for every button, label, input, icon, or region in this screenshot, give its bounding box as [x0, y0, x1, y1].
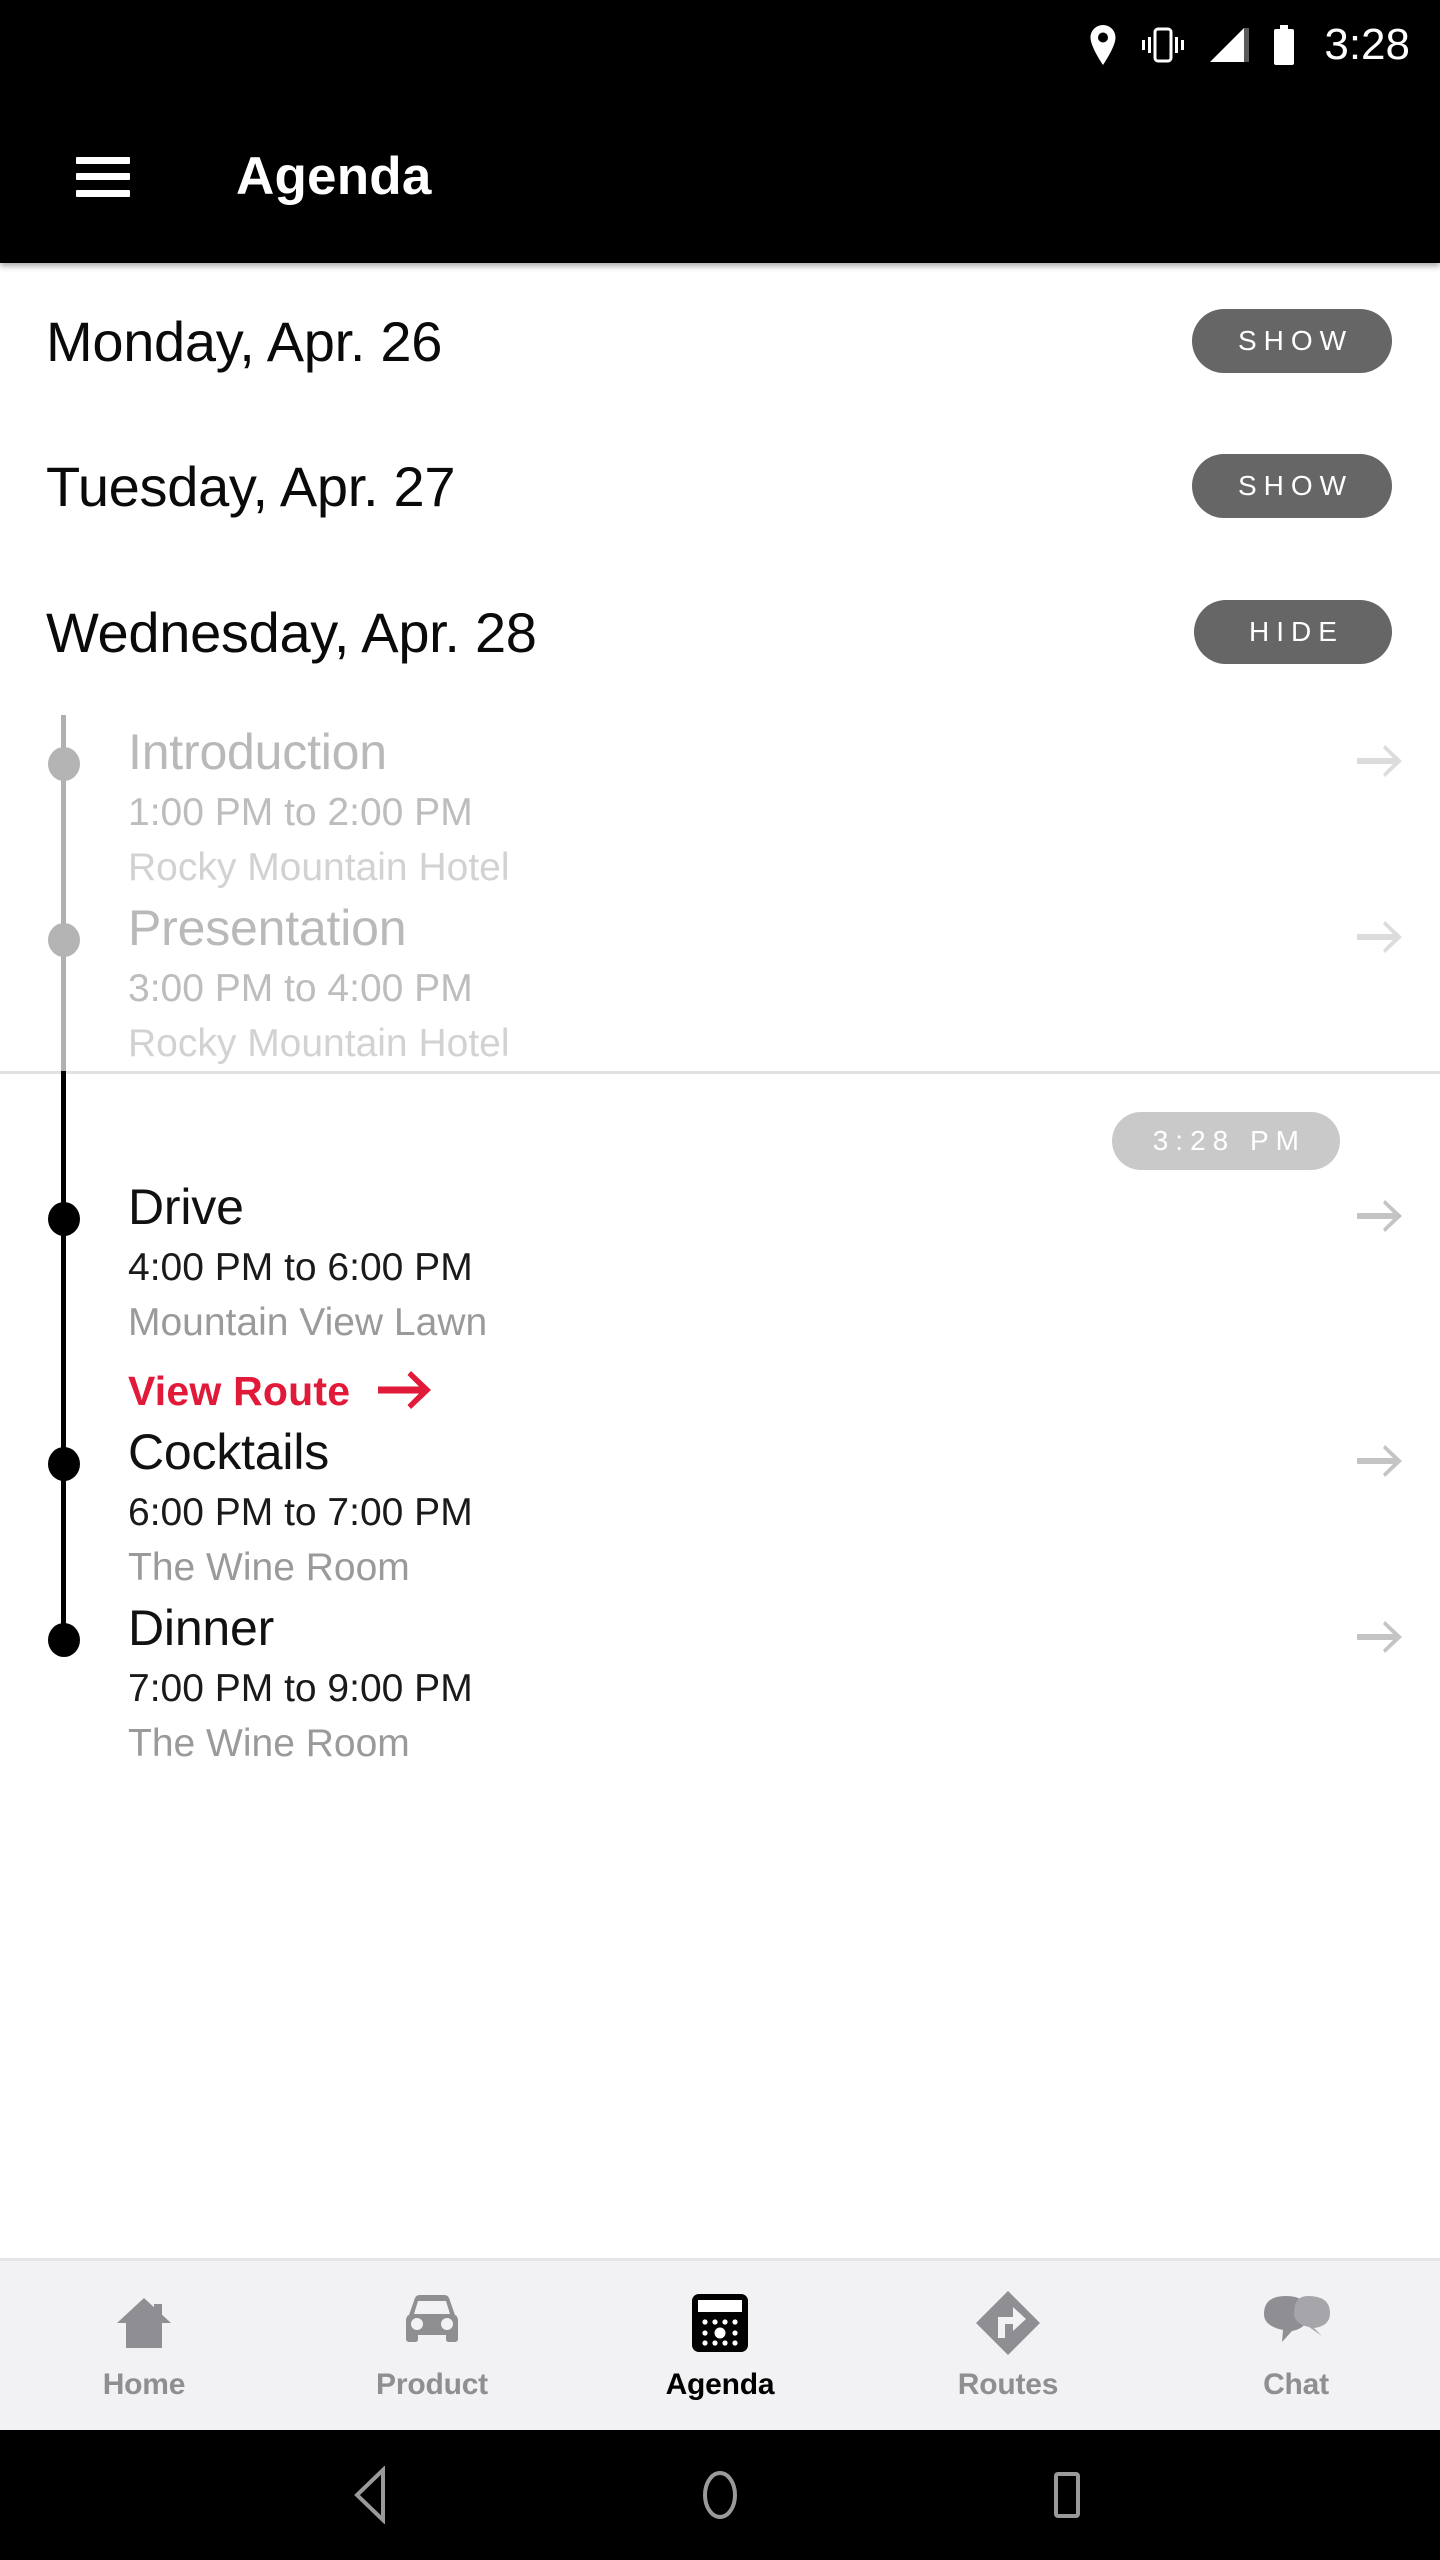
back-icon[interactable]	[318, 2440, 428, 2550]
day-row-tuesday[interactable]: Tuesday, Apr. 27 SHOW	[0, 413, 1440, 559]
nav-label: Home	[102, 2367, 186, 2401]
status-bar: 3:28	[0, 0, 1440, 90]
location-pin-icon	[1088, 25, 1118, 65]
day-toggle-button-wednesday[interactable]: HIDE	[1194, 600, 1392, 664]
nav-label: Chat	[1263, 2367, 1329, 2401]
hamburger-menu-icon[interactable]	[76, 156, 130, 197]
calendar-icon	[690, 2290, 750, 2356]
day-toggle-button-monday[interactable]: SHOW	[1192, 309, 1392, 373]
timeline-line	[61, 715, 66, 892]
agenda-content: Monday, Apr. 26 SHOW Tuesday, Apr. 27 SH…	[0, 263, 1440, 2258]
event-arrow-icon[interactable]	[1320, 715, 1440, 779]
event-row-dinner[interactable]: Dinner 7:00 PM to 9:00 PM The Wine Room	[0, 1591, 1440, 1767]
timeline-dot	[48, 1202, 80, 1237]
timeline-line	[61, 1415, 66, 1592]
event-details: Introduction 1:00 PM to 2:00 PM Rocky Mo…	[128, 715, 1320, 891]
event-arrow-icon[interactable]	[1320, 1415, 1440, 1479]
event-details: Dinner 7:00 PM to 9:00 PM The Wine Room	[128, 1591, 1320, 1767]
day-label: Monday, Apr. 26	[46, 309, 443, 373]
day-toggle-button-tuesday[interactable]: SHOW	[1192, 454, 1392, 518]
battery-icon	[1272, 25, 1296, 65]
home-icon	[113, 2290, 175, 2356]
event-time: 1:00 PM to 2:00 PM	[128, 791, 473, 834]
nav-label: Agenda	[665, 2367, 775, 2401]
event-row-introduction[interactable]: Introduction 1:00 PM to 2:00 PM Rocky Mo…	[0, 715, 1440, 892]
event-location: Rocky Mountain Hotel	[128, 1022, 510, 1066]
phone-screen: 3:28 Agenda Monday, Apr. 26 SHOW Tuesday…	[0, 0, 1440, 2560]
event-details: Presentation 3:00 PM to 4:00 PM Rocky Mo…	[128, 891, 1320, 1067]
home-circle-icon[interactable]	[665, 2440, 775, 2550]
timeline-dot	[48, 747, 80, 781]
current-time-badge: 3:28 PM	[1111, 1112, 1340, 1171]
vibrate-icon	[1140, 25, 1186, 65]
page-title: Agenda	[236, 147, 432, 206]
view-route-arrow-icon	[378, 1369, 432, 1414]
event-location: The Wine Room	[128, 1546, 410, 1590]
timeline-line-current	[61, 1071, 66, 1171]
timeline-past: Introduction 1:00 PM to 2:00 PM Rocky Mo…	[0, 705, 1440, 1072]
timeline-dot	[48, 1447, 80, 1482]
day-label: Tuesday, Apr. 27	[46, 454, 456, 518]
timeline-rail	[0, 715, 128, 892]
nav-item-chat[interactable]: Chat	[1152, 2261, 1440, 2430]
event-row-drive[interactable]: Drive 4:00 PM to 6:00 PM Mountain View L…	[0, 1170, 1440, 1416]
event-title: Presentation	[128, 900, 407, 957]
timeline-rail	[0, 891, 128, 1072]
day-row-monday[interactable]: Monday, Apr. 26 SHOW	[0, 263, 1440, 413]
event-arrow-icon[interactable]	[1320, 1170, 1440, 1234]
event-row-cocktails[interactable]: Cocktails 6:00 PM to 7:00 PM The Wine Ro…	[0, 1415, 1440, 1592]
timeline-upcoming: Drive 4:00 PM to 6:00 PM Mountain View L…	[0, 1170, 1440, 1767]
nav-item-home[interactable]: Home	[0, 2261, 288, 2430]
android-system-nav	[0, 2430, 1440, 2560]
event-time: 4:00 PM to 6:00 PM	[128, 1246, 473, 1290]
event-arrow-icon[interactable]	[1320, 891, 1440, 955]
timeline-dot	[48, 1623, 80, 1658]
car-icon	[399, 2290, 465, 2356]
timeline-dot	[48, 923, 80, 958]
chat-bubbles-icon	[1260, 2290, 1332, 2356]
nav-item-routes[interactable]: Routes	[864, 2261, 1152, 2430]
view-route-link[interactable]: View Route	[128, 1368, 432, 1415]
timeline-rail	[0, 1591, 128, 1767]
now-badge-row: 3:28 PM	[0, 1074, 1440, 1171]
route-diamond-icon	[975, 2290, 1041, 2356]
event-time: 6:00 PM to 7:00 PM	[128, 1491, 473, 1535]
event-location: Rocky Mountain Hotel	[128, 846, 510, 890]
status-bar-time: 3:28	[1324, 20, 1410, 69]
event-time: 3:00 PM to 4:00 PM	[128, 967, 473, 1011]
event-title: Introduction	[128, 724, 387, 780]
timeline-line	[61, 891, 66, 1072]
event-details: Drive 4:00 PM to 6:00 PM Mountain View L…	[128, 1170, 1320, 1415]
day-label: Wednesday, Apr. 28	[46, 600, 537, 664]
recents-square-icon[interactable]	[1012, 2440, 1122, 2550]
event-row-presentation[interactable]: Presentation 3:00 PM to 4:00 PM Rocky Mo…	[0, 891, 1440, 1072]
event-title: Cocktails	[128, 1424, 330, 1481]
signal-icon	[1208, 26, 1250, 64]
event-arrow-icon[interactable]	[1320, 1591, 1440, 1655]
event-details: Cocktails 6:00 PM to 7:00 PM The Wine Ro…	[128, 1415, 1320, 1591]
day-row-wednesday[interactable]: Wednesday, Apr. 28 HIDE	[0, 559, 1440, 705]
event-location: Mountain View Lawn	[128, 1301, 488, 1345]
timeline-rail	[0, 1170, 128, 1416]
timeline-rail	[0, 1415, 128, 1592]
event-location: The Wine Room	[128, 1722, 410, 1766]
view-route-label: View Route	[128, 1368, 351, 1415]
event-title: Drive	[128, 1179, 244, 1236]
bottom-navigation: Home Product Agenda Routes Chat	[0, 2258, 1440, 2430]
nav-label: Product	[376, 2367, 488, 2401]
event-title: Dinner	[128, 1600, 275, 1657]
current-time-section: 3:28 PM	[0, 1071, 1440, 1171]
event-time: 7:00 PM to 9:00 PM	[128, 1667, 473, 1711]
app-bar: Agenda	[0, 90, 1440, 263]
nav-item-product[interactable]: Product	[288, 2261, 576, 2430]
nav-label: Routes	[957, 2367, 1059, 2401]
nav-item-agenda[interactable]: Agenda	[576, 2261, 864, 2430]
